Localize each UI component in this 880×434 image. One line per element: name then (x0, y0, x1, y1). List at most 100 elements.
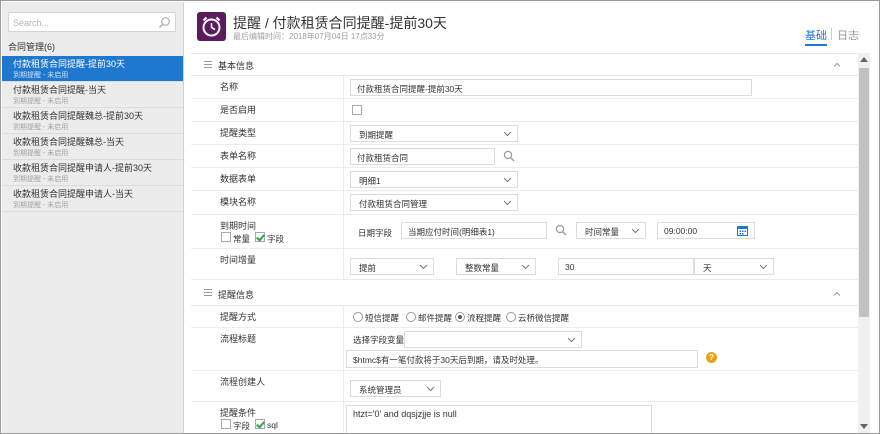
app-window: 合同管理(6) 付款租赁合同提醒-提前30天 到期提醒 - 未启用 付款租赁合同… (0, 0, 880, 434)
constant-checkbox[interactable] (221, 232, 231, 242)
chevron-down-icon (426, 386, 435, 392)
radio-sms[interactable] (353, 312, 363, 322)
list-item[interactable]: 收款租赁合同提醒申请人-当天 到期提醒 - 未启用 (2, 186, 183, 212)
radio-label-wechat: 云桥微信提醒 (518, 313, 570, 323)
section-reminder-info-header[interactable]: 提醒信息 (191, 280, 859, 306)
page-title: 提醒 / 付款租赁合同提醒-提前30天 (233, 15, 447, 31)
reminder-type-select[interactable]: 到期提醒 (350, 125, 518, 142)
chevron-down-icon (567, 337, 576, 343)
list-item[interactable]: 收款租赁合同提醒申请人-提前30天 到期提醒 - 未启用 (2, 160, 183, 186)
alarm-clock-icon (197, 12, 226, 41)
condition-field-label: 字段 (233, 421, 251, 431)
scroll-up-arrow-icon[interactable] (860, 56, 868, 62)
select-value: 系统管理员 (359, 385, 402, 395)
row-flow-title: 流程标题 选择字段变量： $htmc$有一笔付款将于30天后到期，请及时处理。 … (191, 328, 859, 371)
flow-title-input[interactable]: $htmc$有一笔付款将于30天后到期，请及时处理。 (346, 350, 698, 368)
select-value: 提前 (359, 263, 377, 273)
field-label: 提醒方式 (220, 312, 257, 322)
row-module-name: 模块名称 付款租赁合同管理 (191, 191, 859, 215)
radio-label-email: 邮件提醒 (418, 313, 453, 323)
search-icon[interactable] (158, 16, 171, 29)
tab-log[interactable]: 日志 (837, 27, 859, 43)
condition-sql-label: sql (267, 420, 278, 430)
radio-email[interactable] (406, 312, 416, 322)
increment-direction-select[interactable]: 提前 (350, 258, 434, 275)
tab-basic[interactable]: 基础 (805, 27, 827, 46)
list-item-status: 到期提醒 - 未启用 (13, 176, 69, 183)
list-item-status: 到期提醒 - 未启用 (13, 124, 69, 131)
chevron-down-icon (521, 264, 530, 270)
list-item-status: 到期提醒 - 未启用 (13, 98, 69, 105)
condition-sql-checkbox[interactable] (255, 419, 265, 429)
select-value: 明细1 (359, 176, 381, 186)
column-divider (343, 249, 344, 279)
row-enabled: 是否启用 (191, 99, 859, 122)
scrollbar-thumb[interactable] (859, 68, 869, 317)
select-value: 时间常量 (585, 227, 620, 237)
scroll-down-arrow-icon[interactable] (860, 424, 868, 430)
column-divider (343, 168, 344, 190)
radio-label-workflow: 流程提醒 (467, 313, 502, 323)
list-item-title: 收款租赁合同提醒魏总-提前30天 (13, 111, 144, 121)
list-item[interactable]: 付款租赁合同提醒-当天 到期提醒 - 未启用 (2, 82, 183, 108)
chevron-up-icon[interactable] (833, 290, 841, 298)
row-time-increment: 时间增量 提前 整数常量 30 天 (191, 249, 859, 280)
number-type-select[interactable]: 整数常量 (456, 258, 536, 275)
select-value: 付款租赁合同管理 (359, 199, 428, 209)
column-divider (343, 371, 344, 401)
chevron-up-icon[interactable] (833, 61, 841, 69)
radio-workflow[interactable] (455, 312, 465, 322)
chevron-down-icon (503, 131, 512, 137)
search-icon[interactable] (503, 150, 515, 162)
row-data-table: 数据表单 明细1 (191, 168, 859, 191)
menu-lines-icon (204, 289, 212, 296)
column-divider (343, 99, 344, 121)
select-value: 到期提醒 (359, 130, 394, 140)
condition-sql-input[interactable]: htzt='0' and dqsjzjje is null (346, 405, 652, 433)
time-mode-select[interactable]: 时间常量 (576, 222, 646, 239)
field-label: 是否启用 (220, 105, 257, 115)
data-table-select[interactable]: 明细1 (350, 171, 518, 188)
list-item[interactable]: 收款租赁合同提醒魏总-提前30天 到期提醒 - 未启用 (2, 108, 183, 134)
reminder-list: 付款租赁合同提醒-提前30天 到期提醒 - 未启用 付款租赁合同提醒-当天 到期… (2, 56, 183, 212)
list-item-title: 收款租赁合同提醒申请人-提前30天 (13, 163, 153, 173)
list-item[interactable]: 付款租赁合同提醒-提前30天 到期提醒 - 未启用 (2, 56, 183, 82)
form-content: 基本信息 名称 付款租赁合同提醒-提前30天 是否启用 提醒类型 到期提醒 表单… (191, 53, 859, 433)
column-divider (343, 122, 344, 144)
radio-wechat[interactable] (506, 312, 516, 322)
last-edited-time: 最后编辑时间：2018年07月04日 17点33分 (233, 32, 385, 41)
field-label: 表单名称 (220, 151, 257, 161)
select-value: 整数常量 (465, 263, 500, 273)
date-field-input[interactable]: 当期应付时间(明细表1) (401, 222, 547, 239)
list-item[interactable]: 收款租赁合同提醒魏总-当天 到期提醒 - 未启用 (2, 134, 183, 160)
form-name-field[interactable]: 付款租赁合同 (350, 148, 495, 165)
enabled-checkbox[interactable] (352, 105, 362, 115)
search-input[interactable] (13, 16, 153, 29)
field-label: 数据表单 (220, 174, 257, 184)
name-field[interactable]: 付款租赁合同提醒-提前30天 (350, 79, 752, 96)
chevron-down-icon (759, 264, 768, 270)
column-divider (343, 328, 344, 370)
increment-unit-select[interactable]: 天 (694, 258, 774, 275)
field-label: 提醒类型 (220, 128, 257, 138)
increment-amount-input[interactable]: 30 (558, 258, 694, 275)
condition-field-checkbox[interactable] (221, 419, 231, 429)
list-item-title: 付款租赁合同提醒-当天 (13, 85, 106, 95)
variable-select[interactable] (404, 331, 582, 348)
section-basic-info-header[interactable]: 基本信息 (191, 54, 859, 76)
search-icon[interactable] (555, 224, 567, 236)
field-label: 提醒条件 (220, 408, 257, 418)
list-item-title: 收款租赁合同提醒魏总-当天 (13, 137, 124, 147)
creator-select[interactable]: 系统管理员 (350, 380, 441, 397)
row-creator: 流程创建人 系统管理员 (191, 371, 859, 402)
calendar-icon[interactable] (737, 225, 748, 236)
select-value: 天 (703, 263, 712, 273)
field-label: 时间增量 (220, 255, 257, 265)
module-name-select[interactable]: 付款租赁合同管理 (350, 194, 518, 211)
search-box (8, 12, 176, 32)
list-item-title: 付款租赁合同提醒-提前30天 (13, 59, 126, 69)
help-icon[interactable]: ? (706, 352, 717, 363)
field-checkbox[interactable] (255, 232, 265, 242)
group-title: 合同管理(6) (8, 42, 55, 52)
scrollbar[interactable] (858, 53, 870, 433)
